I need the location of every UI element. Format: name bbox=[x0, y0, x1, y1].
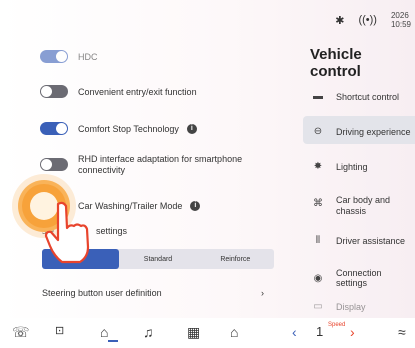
fan-icon[interactable]: ≈ bbox=[398, 324, 406, 340]
camera-360-icon[interactable]: ⊡ bbox=[55, 324, 64, 337]
mode-reinforce[interactable]: Reinforce bbox=[197, 249, 274, 269]
toggle[interactable] bbox=[40, 122, 68, 135]
menu-car-body-chassis[interactable]: ⌘ Car body and chassis bbox=[312, 195, 396, 217]
music-icon[interactable]: ♫ bbox=[143, 324, 154, 340]
chevron-right-icon: › bbox=[261, 288, 264, 298]
setting-rhd[interactable]: RHD interface adaptation for smartphone … bbox=[40, 154, 288, 176]
menu-shortcut-control[interactable]: ▬ Shortcut control bbox=[312, 91, 399, 102]
signal-icon: ((•)) bbox=[358, 14, 377, 26]
time-text: 10:59 bbox=[390, 20, 411, 29]
toggle[interactable] bbox=[40, 50, 68, 63]
menu-driver-assistance[interactable]: ⦀ Driver assistance bbox=[312, 235, 405, 246]
car-icon: ▬ bbox=[313, 91, 323, 102]
info-icon[interactable]: i bbox=[186, 123, 197, 134]
toggle[interactable] bbox=[40, 85, 68, 98]
menu-connection-settings[interactable]: ◉ Connection settings bbox=[312, 268, 415, 288]
steering-wheel-icon: ⊖ bbox=[313, 126, 323, 137]
active-tab-indicator bbox=[108, 340, 118, 342]
driver-assist-icon: ⦀ bbox=[315, 235, 321, 246]
car-body-icon: ⌘ bbox=[313, 198, 323, 209]
setting-label: Car Washing/Trailer Mode bbox=[78, 200, 183, 211]
display-icon: ▭ bbox=[313, 301, 323, 312]
date-text: 2026 bbox=[390, 11, 409, 20]
apps-grid-icon[interactable]: ▦ bbox=[187, 324, 200, 341]
clock: 2026 10:59 bbox=[391, 11, 411, 29]
connection-icon: ◉ bbox=[313, 272, 323, 284]
setting-label: Comfort Stop Technology bbox=[78, 123, 179, 134]
home-icon[interactable]: ⌂ bbox=[230, 324, 238, 340]
menu-lighting[interactable]: ✸ Lighting bbox=[312, 161, 368, 172]
info-icon[interactable]: i bbox=[190, 200, 201, 211]
bluetooth-icon: ✱ bbox=[335, 14, 345, 27]
setting-label: RHD interface adaptation for smartphone … bbox=[78, 154, 243, 175]
status-bar: ✱ ((•)) 2026 10:59 bbox=[335, 6, 415, 34]
setting-label: HDC bbox=[78, 51, 98, 62]
bottom-dock: ☏ ⊡ ⌂ ♫ ▦ ⌂ ‹ 1 Speed › ≈ bbox=[0, 318, 415, 348]
phone-icon[interactable]: ☏ bbox=[12, 324, 30, 341]
menu-driving-experience[interactable]: ⊖ Driving experience bbox=[312, 126, 411, 137]
setting-label: Convenient entry/exit function bbox=[78, 86, 197, 97]
light-icon: ✸ bbox=[313, 161, 323, 172]
chevron-right-icon[interactable]: › bbox=[350, 324, 355, 340]
setting-comfort-stop[interactable]: Comfort Stop Technology i bbox=[40, 122, 197, 135]
speed-value: 1 bbox=[316, 324, 324, 339]
hand-pointer-icon bbox=[44, 201, 90, 264]
mode-standard[interactable]: Standard bbox=[119, 249, 196, 269]
chevron-left-icon[interactable]: ‹ bbox=[292, 324, 297, 340]
setting-convenient-entry[interactable]: Convenient entry/exit function bbox=[40, 85, 197, 98]
car-icon[interactable]: ⌂ bbox=[100, 324, 108, 340]
setting-hdc[interactable]: HDC bbox=[40, 50, 98, 63]
toggle[interactable] bbox=[40, 158, 68, 171]
menu-display[interactable]: ▭ Display bbox=[312, 301, 365, 312]
steering-button-definition[interactable]: Steering button user definition › bbox=[42, 288, 264, 298]
setting-label: Steering button user definition bbox=[42, 288, 162, 298]
page-title: Vehicle control bbox=[310, 46, 362, 80]
speed-label: Speed bbox=[328, 322, 346, 328]
